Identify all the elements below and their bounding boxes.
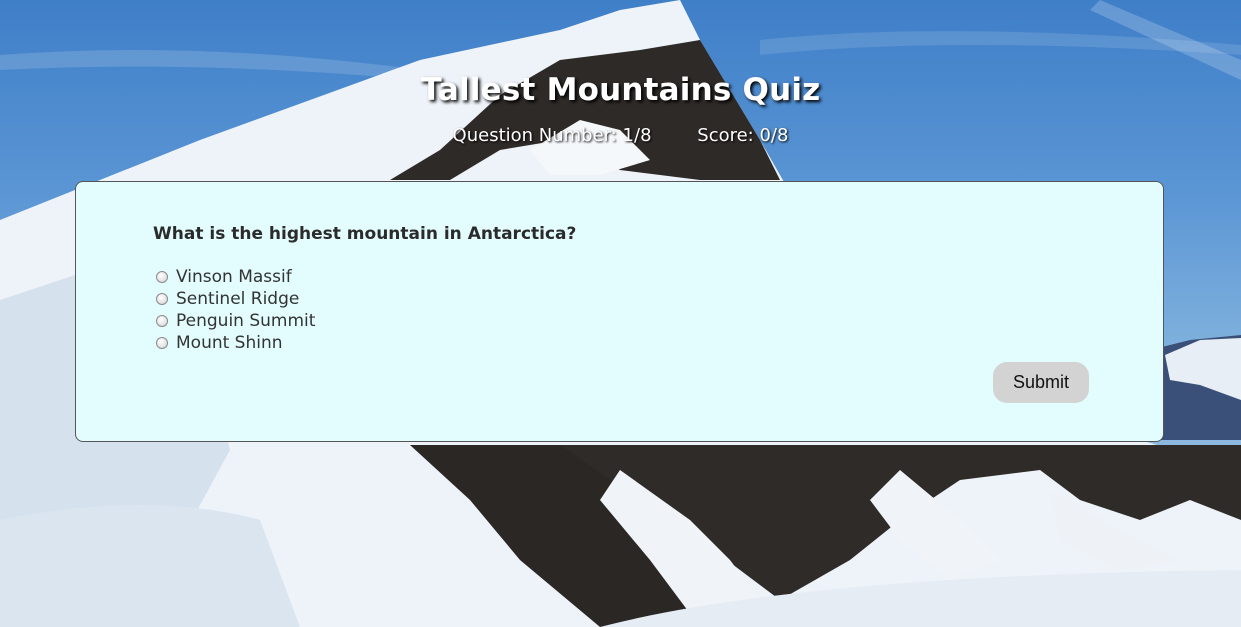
answer-option-label: Mount Shinn: [176, 333, 283, 353]
question-text: What is the highest mountain in Antarcti…: [153, 224, 577, 244]
answer-radio[interactable]: [156, 337, 168, 349]
answer-option-sentinel-ridge[interactable]: Sentinel Ridge: [153, 288, 315, 310]
answer-option-label: Sentinel Ridge: [176, 289, 300, 309]
answer-options-list: Vinson Massif Sentinel Ridge Penguin Sum…: [153, 266, 315, 354]
answer-radio[interactable]: [156, 271, 168, 283]
answer-radio[interactable]: [156, 315, 168, 327]
submit-button[interactable]: Submit: [993, 362, 1089, 403]
answer-option-penguin-summit[interactable]: Penguin Summit: [153, 310, 315, 332]
answer-option-mount-shinn[interactable]: Mount Shinn: [153, 332, 315, 354]
answer-option-label: Vinson Massif: [176, 267, 292, 287]
page-title: Tallest Mountains Quiz: [420, 72, 821, 108]
question-number-label: Question Number: 1/8: [452, 125, 652, 146]
answer-option-label: Penguin Summit: [176, 311, 316, 331]
answer-radio[interactable]: [156, 293, 168, 305]
quiz-header: Tallest Mountains Quiz Question Number: …: [0, 70, 1241, 148]
answer-option-vinson-massif[interactable]: Vinson Massif: [153, 266, 315, 288]
quiz-stats: Question Number: 1/8 Score: 0/8: [0, 124, 1241, 148]
question-card: What is the highest mountain in Antarcti…: [75, 181, 1164, 442]
score-label: Score: 0/8: [697, 125, 789, 146]
